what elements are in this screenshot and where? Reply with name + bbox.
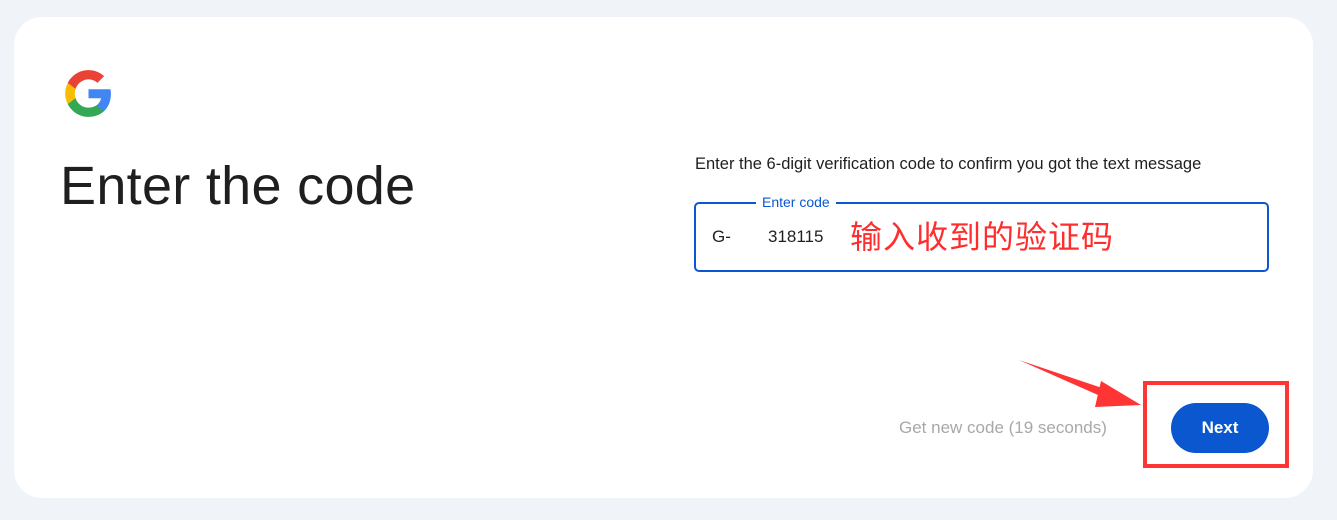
code-input[interactable] (768, 222, 838, 252)
annotation-text: 输入收到的验证码 (850, 218, 1115, 256)
page-title: Enter the code (60, 156, 416, 216)
code-prefix: G- (712, 227, 731, 246)
get-new-code-link[interactable]: Get new code (19 seconds) (899, 418, 1107, 438)
google-logo-icon (63, 68, 114, 119)
annotation-arrow-icon (1019, 360, 1141, 407)
code-field-label: Enter code (756, 193, 836, 211)
instruction-text: Enter the 6-digit verification code to c… (695, 155, 1202, 173)
next-button[interactable]: Next (1171, 403, 1269, 453)
